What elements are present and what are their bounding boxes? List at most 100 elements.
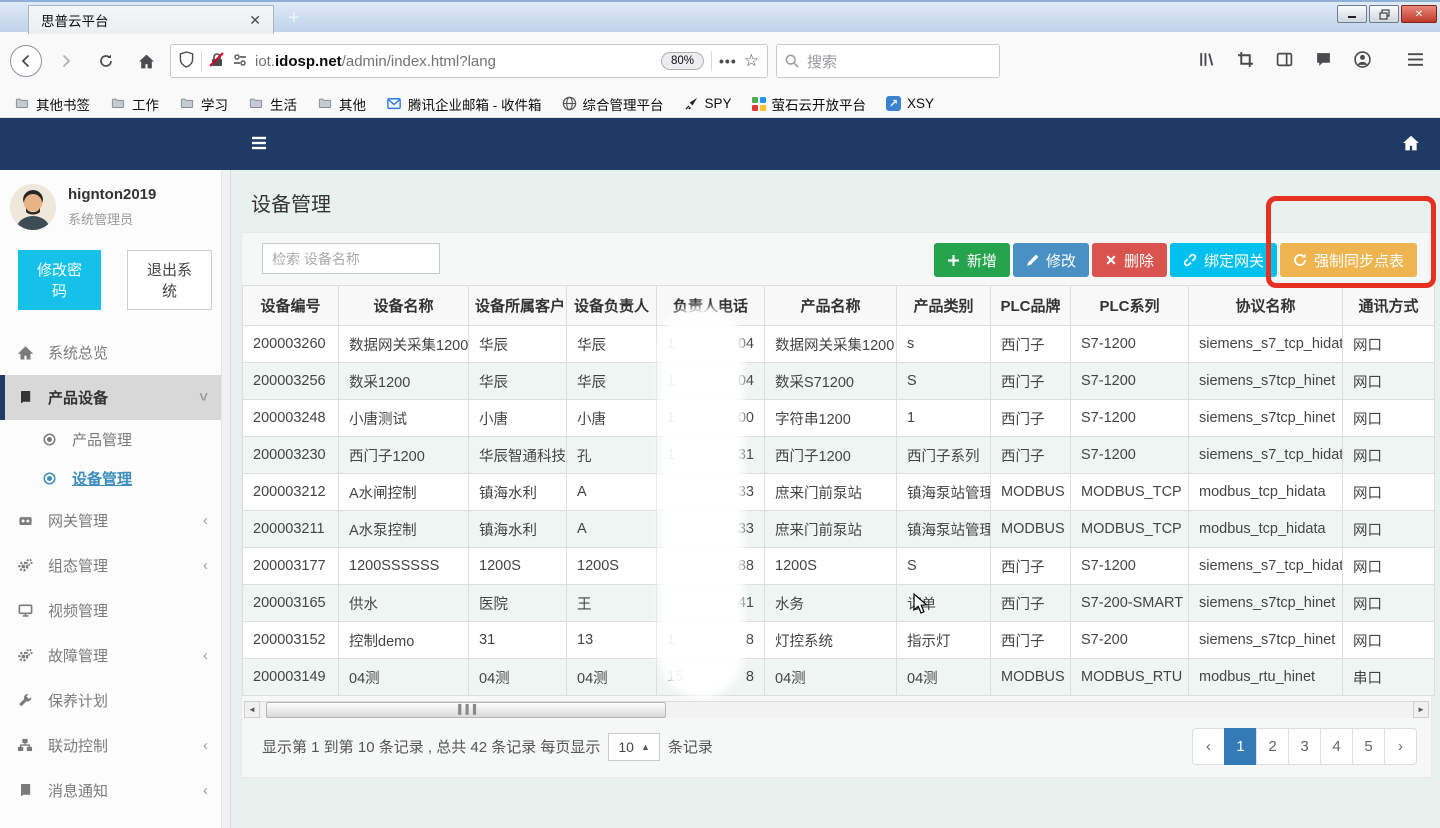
app-home-icon[interactable]: [1402, 134, 1420, 155]
chat-bubble-icon[interactable]: [1315, 51, 1332, 71]
search-bar[interactable]: 搜索: [776, 44, 1000, 78]
bookmark-star-icon[interactable]: ☆: [744, 51, 759, 71]
table-row[interactable]: 200003260数据网关采集1200华辰华辰104数据网关采集1200s西门子…: [243, 326, 1435, 363]
scroll-right-arrow[interactable]: ►: [1413, 701, 1429, 718]
xsy-icon: ↗: [886, 96, 901, 111]
page-size-value: 10: [618, 739, 634, 755]
pagination-page-2[interactable]: 2: [1256, 728, 1289, 765]
column-header[interactable]: 设备负责人: [567, 286, 657, 326]
column-header[interactable]: 设备名称: [339, 286, 469, 326]
action-button-强制同步点表[interactable]: 强制同步点表: [1280, 243, 1417, 277]
bookmark-item[interactable]: 综合管理平台: [562, 94, 664, 114]
table-row[interactable]: 200003256数采1200华辰华辰104数采S71200S西门子S7-120…: [243, 363, 1435, 400]
permissions-icon[interactable]: [232, 53, 248, 70]
folder-icon: [110, 97, 126, 110]
column-header[interactable]: 产品名称: [765, 286, 897, 326]
horizontal-scrollbar[interactable]: ◄ ▐▐▐ ►: [244, 700, 1429, 718]
scrollbar-track[interactable]: ▐▐▐: [260, 701, 1413, 718]
column-header[interactable]: 产品类别: [897, 286, 991, 326]
table-row[interactable]: 200003165供水医院王41水务订单西门子S7-200-SMARTsieme…: [243, 585, 1435, 622]
bookmark-item[interactable]: 学习: [179, 94, 228, 114]
home-button[interactable]: [130, 45, 162, 77]
table-row[interactable]: 200003152控制demo311318灯控系统指示灯西门子S7-200sie…: [243, 622, 1435, 659]
pagination-page-1[interactable]: 1: [1224, 728, 1257, 765]
sidebar-item-产品设备[interactable]: 产品设备˅: [0, 375, 230, 420]
column-header[interactable]: 协议名称: [1189, 286, 1343, 326]
window-close-button[interactable]: ✕: [1401, 5, 1437, 23]
sidebar-item-网关管理[interactable]: 网关管理‹: [0, 498, 230, 543]
sidebar-item-视频管理[interactable]: 视频管理: [0, 588, 230, 633]
reload-button[interactable]: [90, 45, 122, 77]
bookmark-item[interactable]: 工作: [110, 94, 159, 114]
table-row[interactable]: 20000314904测04测04测15804测04测MODBUSMODBUS_…: [243, 659, 1435, 696]
bookmark-item[interactable]: 腾讯企业邮箱 - 收件箱: [386, 94, 542, 114]
sidebar-subitem-设备管理[interactable]: 设备管理: [0, 459, 230, 498]
sidebar-item-组态管理[interactable]: 组态管理‹: [0, 543, 230, 588]
bookmark-item[interactable]: 其他: [317, 94, 366, 114]
cell-category: S: [897, 548, 991, 585]
column-header[interactable]: 通讯方式: [1343, 286, 1435, 326]
column-header[interactable]: 设备所属客户: [469, 286, 567, 326]
table-row[interactable]: 200003230西门子1200华辰智通科技孔131西门子1200西门子系列西门…: [243, 437, 1435, 474]
cell-plc_series: S7-1200: [1071, 326, 1189, 363]
sidebar-item-系统总览[interactable]: 系统总览: [0, 330, 230, 375]
tracking-shield-icon[interactable]: [179, 51, 194, 71]
cell-category: s: [897, 326, 991, 363]
action-button-修改[interactable]: 修改: [1013, 243, 1089, 277]
device-search-input[interactable]: [262, 243, 440, 274]
bookmark-item[interactable]: 萤石云开放平台: [752, 94, 867, 114]
scroll-left-arrow[interactable]: ◄: [244, 701, 260, 718]
back-button[interactable]: [10, 45, 42, 77]
column-header[interactable]: 负责人电话: [657, 286, 765, 326]
scrollbar-thumb[interactable]: ▐▐▐: [266, 702, 666, 718]
table-row[interactable]: 2000031771200SSSSSS1200S1200S881200SS西门子…: [243, 548, 1435, 585]
logout-button[interactable]: 退出系统: [127, 250, 212, 310]
bookmark-item[interactable]: SPY: [684, 96, 732, 111]
bookmark-item[interactable]: 其他书签: [14, 94, 90, 114]
sidebar-toggle-icon[interactable]: [1276, 51, 1293, 71]
url-bar[interactable]: iot.idosp.net/admin/index.html?lang 80% …: [170, 44, 768, 78]
action-button-绑定网关[interactable]: 绑定网关: [1170, 243, 1277, 277]
column-header[interactable]: 设备编号: [243, 286, 339, 326]
browser-tab[interactable]: 思普云平台 ✕: [28, 5, 274, 34]
bookmark-item[interactable]: ↗XSY: [886, 96, 934, 111]
pagination-prev[interactable]: ‹: [1192, 728, 1225, 765]
forward-button[interactable]: [50, 45, 82, 77]
pagination-page-4[interactable]: 4: [1320, 728, 1353, 765]
column-header[interactable]: PLC系列: [1071, 286, 1189, 326]
page-size-select[interactable]: 10 ▲: [608, 733, 660, 761]
menu-hamburger-icon[interactable]: [1407, 52, 1424, 70]
page-actions-icon[interactable]: •••: [719, 53, 737, 69]
insecure-lock-icon[interactable]: [209, 52, 225, 71]
sidebar-item-短信管理[interactable]: 短信管理: [0, 813, 230, 828]
cell-plc_brand: 西门子: [991, 585, 1071, 622]
library-icon[interactable]: [1198, 51, 1215, 71]
table-row[interactable]: 200003248小唐测试小唐小唐100字符串12001西门子S7-1200si…: [243, 400, 1435, 437]
change-password-button[interactable]: 修改密码: [18, 250, 101, 310]
new-tab-button[interactable]: +: [288, 8, 300, 28]
pagination-next[interactable]: ›: [1384, 728, 1417, 765]
action-button-删除[interactable]: 删除: [1092, 243, 1167, 277]
action-button-新增[interactable]: 新增: [934, 243, 1010, 277]
screenshot-icon[interactable]: [1237, 51, 1254, 71]
table-row[interactable]: 200003212A水闸控制镇海水利A33庶来门前泵站镇海泵站管理MODBUSM…: [243, 474, 1435, 511]
bookmark-item[interactable]: 生活: [248, 94, 297, 114]
mail-icon: [386, 97, 402, 111]
column-header[interactable]: PLC品牌: [991, 286, 1071, 326]
zoom-level-badge[interactable]: 80%: [661, 52, 704, 70]
sidebar-item-联动控制[interactable]: 联动控制‹: [0, 723, 230, 768]
window-minimize-button[interactable]: [1337, 5, 1367, 23]
pagination-page-5[interactable]: 5: [1352, 728, 1385, 765]
table-row[interactable]: 200003211A水泵控制镇海水利A33庶来门前泵站镇海泵站管理MODBUSM…: [243, 511, 1435, 548]
pagination-page-3[interactable]: 3: [1288, 728, 1321, 765]
sidebar-collapse-icon[interactable]: [250, 133, 268, 156]
url-text[interactable]: iot.idosp.net/admin/index.html?lang: [255, 53, 654, 70]
sidebar-item-保养计划[interactable]: 保养计划: [0, 678, 230, 723]
main-content: 设备管理 新增修改删除绑定网关强制同步点表 设备编号设备名称设备所属客户设备负责…: [231, 170, 1440, 828]
window-restore-button[interactable]: [1369, 5, 1399, 23]
sidebar-subitem-产品管理[interactable]: 产品管理: [0, 420, 230, 459]
sidebar-item-故障管理[interactable]: 故障管理‹: [0, 633, 230, 678]
sidebar-item-消息通知[interactable]: 消息通知‹: [0, 768, 230, 813]
tab-close-icon[interactable]: ✕: [245, 12, 265, 29]
account-icon[interactable]: [1354, 51, 1371, 71]
